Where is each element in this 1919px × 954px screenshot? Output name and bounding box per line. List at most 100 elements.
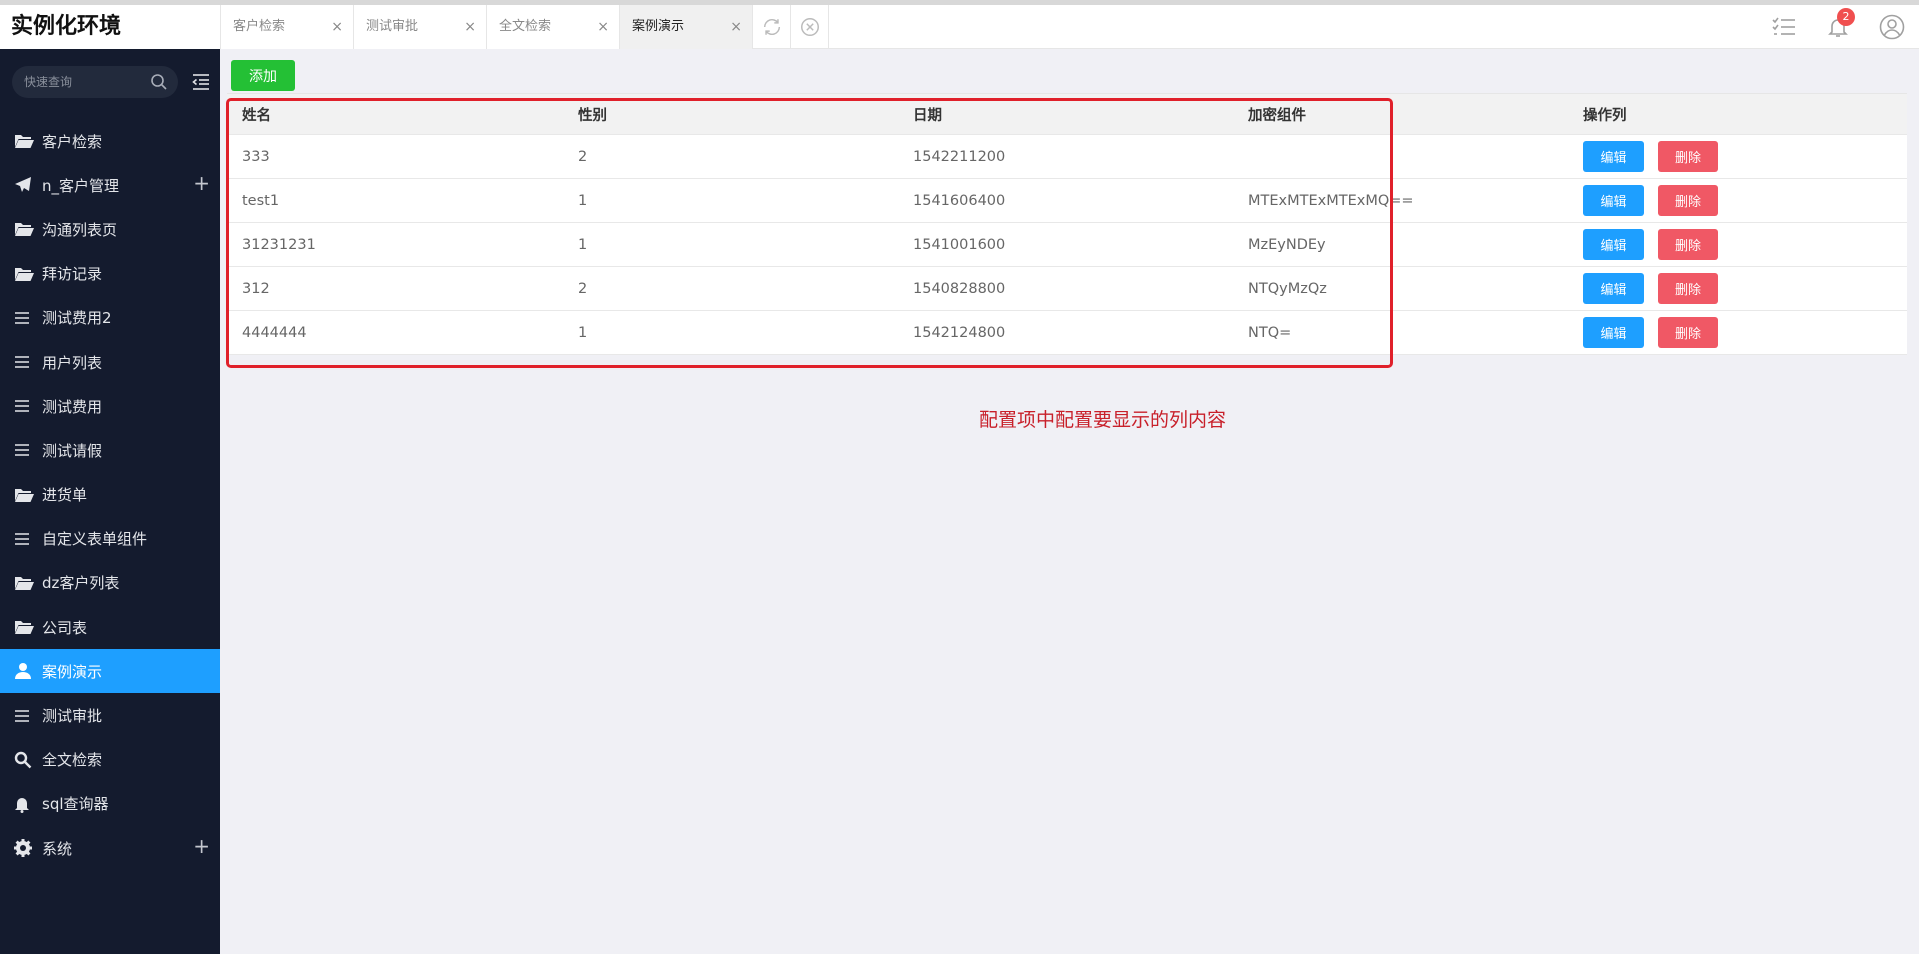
list-icon: [15, 356, 29, 368]
table-row[interactable]: 31231231 1 1541001600 MzEyNDEy 编辑 删除: [227, 223, 1907, 267]
column-header-date[interactable]: 日期: [898, 104, 1233, 125]
collapse-sidebar-icon[interactable]: [192, 73, 210, 91]
cell-date: 1540828800: [913, 280, 1006, 297]
sidebar-item-custom-form[interactable]: 自定义表单组件: [0, 517, 220, 561]
cell-name: 312: [242, 280, 270, 297]
sidebar-item-case-demo[interactable]: 案例演示: [0, 649, 220, 694]
sidebar-item-label: 用户列表: [42, 353, 103, 372]
refresh-tab-button[interactable]: [753, 5, 791, 49]
cell-gender: 1: [578, 324, 588, 341]
tab-close-icon[interactable]: ×: [331, 5, 343, 49]
list-icon: [15, 444, 29, 457]
annotation-note: 配置项中配置要显示的列内容: [979, 409, 1227, 431]
folder-open-icon: [15, 135, 34, 149]
cell-date: 1541001600: [913, 236, 1006, 253]
list-icon: [15, 400, 29, 413]
edit-button[interactable]: 编辑: [1583, 141, 1644, 172]
cell-date: 1541606400: [913, 192, 1006, 209]
add-button[interactable]: 添加: [231, 60, 295, 91]
folder-open-icon: [15, 267, 34, 281]
bell-icon: [15, 797, 29, 813]
column-header-gender[interactable]: 性别: [563, 104, 898, 125]
folder-open-icon: [15, 223, 34, 237]
tab-test-approval[interactable]: 测试审批 ×: [354, 5, 487, 49]
sidebar-item-test-approval[interactable]: 测试审批: [0, 693, 220, 737]
list-icon: [15, 709, 29, 722]
tab-customer-search[interactable]: 客户检索 ×: [221, 5, 354, 49]
search-icon[interactable]: [150, 73, 168, 91]
column-header-encrypted[interactable]: 加密组件: [1233, 104, 1568, 125]
sidebar-item-communication-list[interactable]: 沟通列表页: [0, 207, 220, 251]
expand-icon[interactable]: +: [193, 836, 210, 856]
task-list-button[interactable]: [1757, 5, 1811, 49]
list-icon: [15, 532, 29, 545]
sidebar-item-customer-search[interactable]: 客户检索: [0, 119, 220, 163]
sidebar-item-user-list[interactable]: 用户列表: [0, 340, 220, 384]
sidebar-item-label: 测试审批: [42, 707, 103, 726]
quick-search-input[interactable]: [24, 66, 144, 98]
sidebar-item-purchase-order[interactable]: 进货单: [0, 473, 220, 517]
cell-date: 1542124800: [913, 324, 1006, 341]
main-content: 添加 姓名 性别 日期 加密组件 操作列 333 2 1542211200 编辑…: [220, 49, 1919, 954]
sidebar-item-label: n_客户管理: [42, 176, 120, 195]
cell-encrypted: MTExMTExMTExMQ==: [1248, 192, 1414, 209]
sidebar-item-label: 拜访记录: [42, 265, 103, 284]
table-row[interactable]: 4444444 1 1542124800 NTQ= 编辑 删除: [227, 311, 1907, 355]
sidebar-item-label: 公司表: [42, 618, 88, 637]
user-profile-button[interactable]: [1865, 5, 1919, 49]
cell-gender: 1: [578, 236, 588, 253]
cell-name: 333: [242, 148, 270, 165]
edit-button[interactable]: 编辑: [1583, 229, 1644, 260]
delete-button[interactable]: 删除: [1658, 273, 1718, 304]
edit-button[interactable]: 编辑: [1583, 317, 1644, 348]
sidebar-item-company-table[interactable]: 公司表: [0, 605, 220, 649]
delete-button[interactable]: 删除: [1658, 229, 1718, 260]
folder-open-icon: [15, 621, 34, 635]
sidebar-item-sql-query[interactable]: sql查询器: [0, 782, 220, 826]
delete-button[interactable]: 删除: [1658, 185, 1718, 216]
sidebar-item-test-leave[interactable]: 测试请假: [0, 428, 220, 472]
tab-close-icon[interactable]: ×: [597, 5, 609, 49]
sidebar-item-customer-management[interactable]: n_客户管理 +: [0, 163, 220, 207]
gear-icon: [14, 839, 32, 858]
expand-icon[interactable]: +: [193, 173, 210, 193]
edit-button[interactable]: 编辑: [1583, 185, 1644, 216]
notification-badge: 2: [1837, 8, 1855, 26]
tab-case-demo[interactable]: 案例演示 ×: [620, 5, 753, 49]
sidebar-item-visit-records[interactable]: 拜访记录: [0, 252, 220, 296]
sidebar-item-test-expense-2[interactable]: 测试费用2: [0, 296, 220, 340]
notifications-button[interactable]: 2: [1811, 5, 1865, 49]
sidebar-item-test-expense[interactable]: 测试费用: [0, 384, 220, 428]
folder-open-icon: [15, 576, 34, 590]
cell-gender: 1: [578, 192, 588, 209]
sidebar-item-system[interactable]: 系统 +: [0, 826, 220, 870]
tab-fulltext-search[interactable]: 全文检索 ×: [487, 5, 620, 49]
tab-close-icon[interactable]: ×: [464, 5, 476, 49]
sidebar-item-fulltext-search[interactable]: 全文检索: [0, 738, 220, 782]
sidebar-item-label: 进货单: [42, 486, 88, 505]
close-all-tabs-button[interactable]: [791, 5, 829, 49]
table-row[interactable]: 312 2 1540828800 NTQyMzQz 编辑 删除: [227, 267, 1907, 311]
header-actions: 2: [1757, 5, 1919, 49]
column-header-name[interactable]: 姓名: [227, 104, 563, 125]
sidebar-item-dz-customer-list[interactable]: dz客户列表: [0, 561, 220, 605]
sidebar-item-label: 全文检索: [42, 751, 103, 770]
cell-actions: 编辑 删除: [1568, 229, 1907, 260]
sidebar-item-label: dz客户列表: [42, 574, 120, 593]
tab-label: 全文检索: [499, 19, 552, 34]
table-row[interactable]: 333 2 1542211200 编辑 删除: [227, 135, 1907, 179]
paper-plane-icon: [15, 177, 31, 193]
delete-button[interactable]: 删除: [1658, 141, 1718, 172]
sidebar-item-label: 客户检索: [42, 132, 103, 151]
edit-button[interactable]: 编辑: [1583, 273, 1644, 304]
sidebar-item-label: 测试费用: [42, 397, 103, 416]
cell-encrypted: NTQyMzQz: [1248, 280, 1327, 297]
table-row[interactable]: test1 1 1541606400 MTExMTExMTExMQ== 编辑 删除: [227, 179, 1907, 223]
sidebar-item-label: sql查询器: [42, 795, 109, 814]
cell-gender: 2: [578, 148, 588, 165]
delete-button[interactable]: 删除: [1658, 317, 1718, 348]
tab-close-icon[interactable]: ×: [730, 5, 742, 49]
tab-label: 测试审批: [366, 19, 419, 34]
close-circle-icon: [800, 18, 819, 36]
cell-date: 1542211200: [913, 148, 1006, 165]
